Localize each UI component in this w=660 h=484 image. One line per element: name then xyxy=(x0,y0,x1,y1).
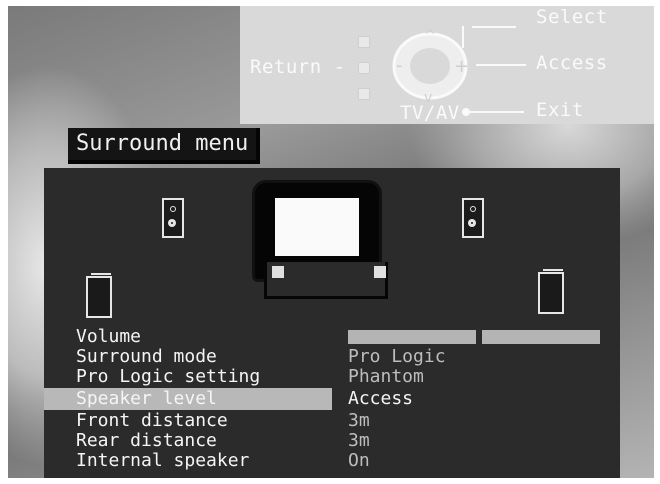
menu-item-value: Access xyxy=(348,388,414,409)
mountain-background: Return - ^ v - + Select Access TV/AV Exi… xyxy=(8,6,654,478)
remote-help-overlay: Return - ^ v - + Select Access TV/AV Exi… xyxy=(240,6,654,124)
front-right-speaker-icon xyxy=(462,198,484,238)
menu-item-label: Front distance xyxy=(76,410,228,431)
menu-item-internal-speaker[interactable]: Internal speaker On xyxy=(44,450,620,472)
tvav-label: TV/AV xyxy=(400,102,460,124)
button-square-icon xyxy=(358,36,370,48)
menu-item-value: Pro Logic xyxy=(348,346,446,367)
return-label: Return - xyxy=(250,56,346,78)
access-pointer xyxy=(476,64,526,66)
menu-item-value: 3m xyxy=(348,430,370,451)
tv-screen xyxy=(275,198,359,256)
button-square-icon xyxy=(358,62,370,74)
remote-control-dpad-icon: ^ v - + xyxy=(392,28,469,106)
menu-item-value: 3m xyxy=(348,410,370,431)
surround-menu-panel: Volume Surround mode Pro Logic Pro Logic… xyxy=(44,168,620,478)
menu-item-label: Rear distance xyxy=(76,430,217,451)
center-left-marker xyxy=(272,266,284,278)
button-square-icon xyxy=(358,88,370,100)
exit-label: Exit xyxy=(536,99,584,121)
menu-item-pro-logic-setting[interactable]: Pro Logic setting Phantom xyxy=(44,366,620,388)
front-left-speaker-icon xyxy=(162,198,184,238)
menu-item-label: Pro Logic setting xyxy=(76,366,261,387)
svg-text:+: + xyxy=(454,56,469,77)
rear-right-speaker-icon xyxy=(538,269,564,314)
select-label: Select xyxy=(536,6,608,28)
access-label: Access xyxy=(536,52,608,74)
menu-item-speaker-level[interactable]: Speaker level Access xyxy=(44,388,620,410)
menu-item-volume[interactable]: Volume xyxy=(44,326,620,348)
menu-item-label: Speaker level xyxy=(44,388,332,410)
menu-title: Surround menu xyxy=(68,128,261,164)
select-pointer xyxy=(472,26,516,28)
menu-item-front-distance[interactable]: Front distance 3m xyxy=(44,410,620,432)
menu-item-label: Internal speaker xyxy=(76,450,250,471)
volume-bar-right[interactable] xyxy=(482,330,600,344)
menu-item-label: Volume xyxy=(76,326,142,347)
menu-item-surround-mode[interactable]: Surround mode Pro Logic xyxy=(44,346,620,368)
menu-item-label: Surround mode xyxy=(76,346,217,367)
exit-pointer xyxy=(470,111,524,113)
rear-left-speaker-icon xyxy=(86,273,112,318)
tvav-button-icon xyxy=(462,108,470,116)
svg-text:-: - xyxy=(396,55,403,76)
menu-item-value: Phantom xyxy=(348,366,424,387)
center-right-marker xyxy=(374,266,386,278)
volume-bar-left[interactable] xyxy=(348,330,476,344)
menu-item-value: On xyxy=(348,450,370,471)
menu-item-rear-distance[interactable]: Rear distance 3m xyxy=(44,430,620,452)
select-pointer xyxy=(462,26,464,48)
svg-text:^: ^ xyxy=(424,28,436,44)
